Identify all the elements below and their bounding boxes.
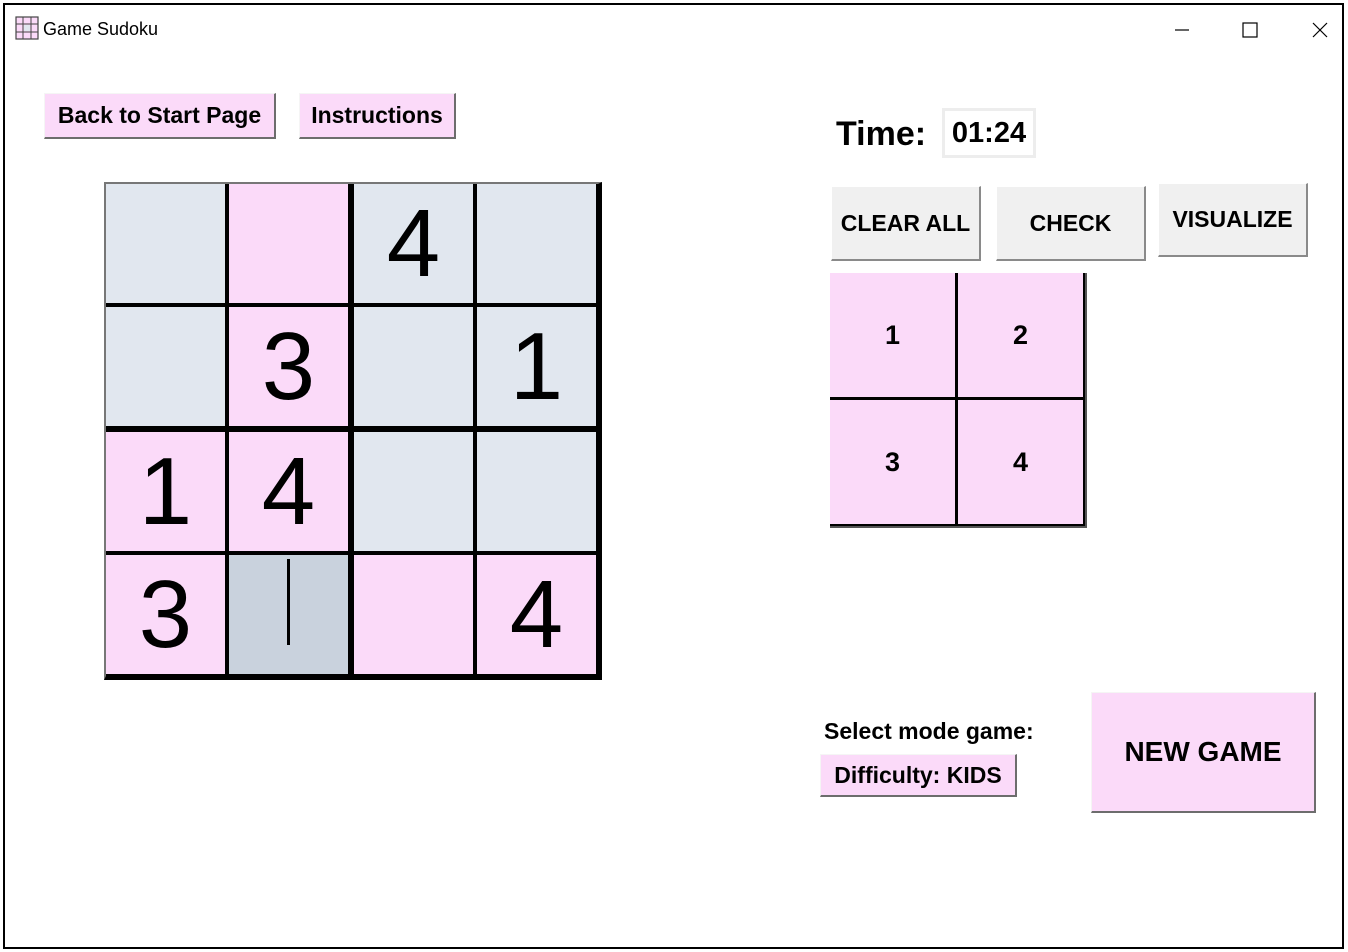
numpad-key-1[interactable]: 1	[830, 273, 955, 397]
clear-all-button[interactable]: CLEAR ALL	[831, 186, 981, 261]
close-icon[interactable]	[1305, 15, 1335, 45]
maximize-icon[interactable]	[1235, 15, 1265, 45]
minimize-icon[interactable]	[1167, 15, 1197, 45]
board-cell-r2c3[interactable]	[354, 307, 473, 426]
board-cell-r1c2[interactable]	[229, 184, 348, 303]
board-cell-r4c4[interactable]: 4	[477, 555, 596, 674]
difficulty-selector[interactable]: Difficulty: KIDS	[820, 754, 1017, 797]
window-title: Game Sudoku	[43, 19, 159, 39]
board-cell-r3c1[interactable]: 1	[106, 432, 225, 551]
board-cell-r3c2[interactable]: 4	[229, 432, 348, 551]
number-pad: 1 2 3 4	[830, 273, 1087, 528]
time-label: Time:	[836, 115, 927, 153]
board-cell-r1c4[interactable]	[477, 184, 596, 303]
title-bar: Game Sudoku	[5, 5, 1342, 51]
board-cell-r2c4[interactable]: 1	[477, 307, 596, 426]
sudoku-board: 4311434	[104, 182, 602, 680]
board-cell-r4c2[interactable]	[229, 555, 348, 674]
board-cell-r2c2[interactable]: 3	[229, 307, 348, 426]
board-cell-r1c1[interactable]	[106, 184, 225, 303]
numpad-key-4[interactable]: 4	[958, 400, 1083, 524]
board-cell-r4c1[interactable]: 3	[106, 555, 225, 674]
numpad-key-2[interactable]: 2	[958, 273, 1083, 397]
check-button[interactable]: CHECK	[996, 186, 1146, 261]
visualize-button[interactable]: VISUALIZE	[1158, 183, 1308, 257]
board-cell-r2c1[interactable]	[106, 307, 225, 426]
numpad-key-3[interactable]: 3	[830, 400, 955, 524]
new-game-button[interactable]: NEW GAME	[1091, 692, 1316, 813]
instructions-button[interactable]: Instructions	[299, 93, 456, 139]
board-cell-r4c3[interactable]	[354, 555, 473, 674]
board-cell-r3c4[interactable]	[477, 432, 596, 551]
text-cursor	[287, 559, 290, 645]
timer-display: 01:24	[942, 108, 1036, 158]
sudoku-grid-icon	[15, 16, 39, 40]
select-mode-label: Select mode game:	[824, 718, 1034, 744]
back-to-start-button[interactable]: Back to Start Page	[44, 93, 276, 139]
board-cell-r1c3[interactable]: 4	[354, 184, 473, 303]
board-cell-r3c3[interactable]	[354, 432, 473, 551]
